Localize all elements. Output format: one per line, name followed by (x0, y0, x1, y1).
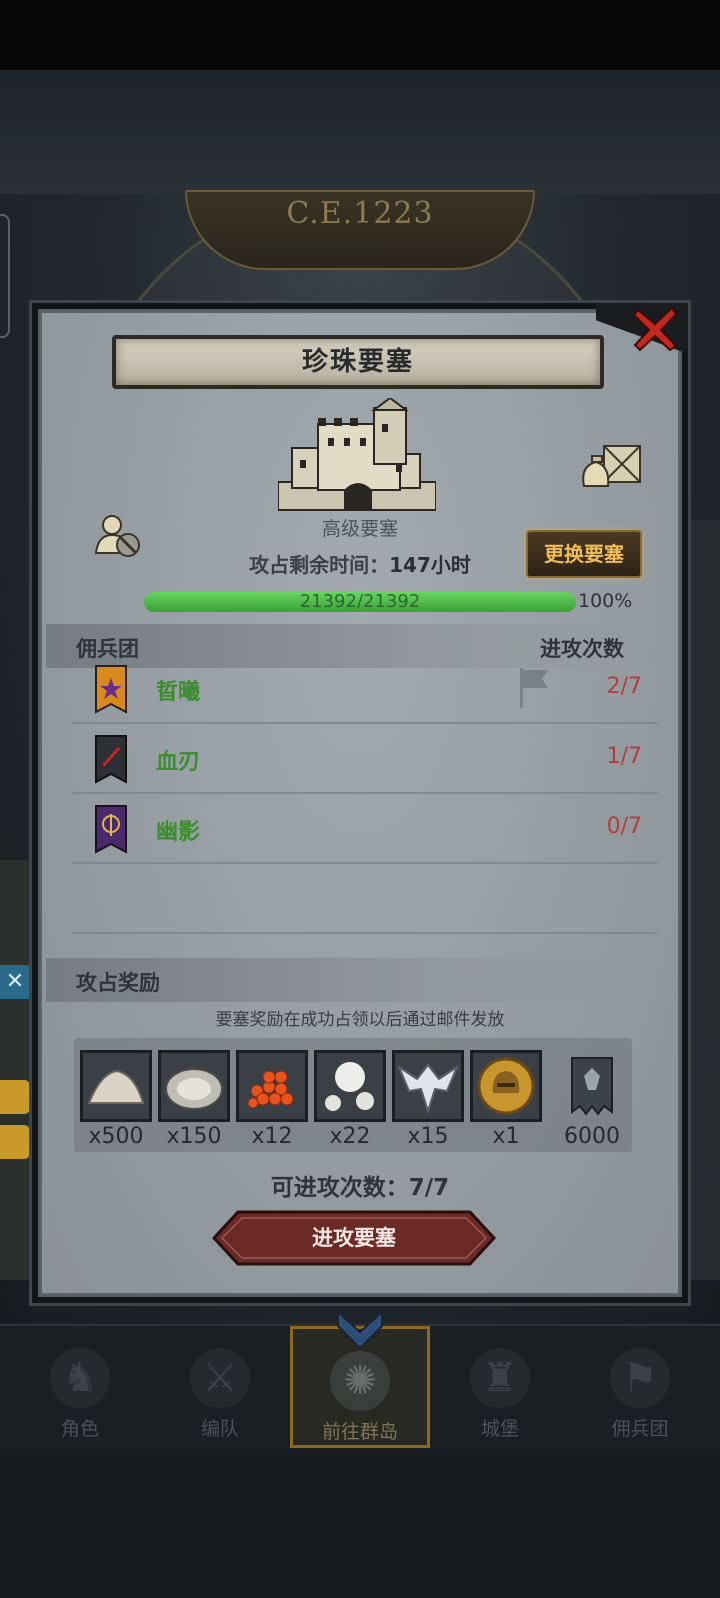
reward-item[interactable]: x1 (470, 1050, 542, 1150)
reward-qty: x22 (329, 1124, 371, 1149)
target-icon[interactable] (0, 1080, 30, 1114)
blood-blade-banner-icon (95, 735, 127, 784)
reward-qty: x15 (407, 1124, 449, 1149)
occupy-time: 攻占剩余时间：147小时 (200, 549, 520, 578)
fortress-level: 高级要塞 (321, 518, 398, 540)
nav-label: 编队 (200, 1418, 239, 1440)
attack-count: 0/7 (606, 814, 642, 839)
bottom-safe-area (0, 1450, 720, 1598)
island-compass-icon: ✺ (330, 1351, 390, 1411)
golden-helmet-medal-icon (470, 1050, 542, 1122)
mercenary-name: 幽影 (156, 820, 201, 845)
user-blocked-icon[interactable] (94, 513, 142, 559)
supplies-icon[interactable] (580, 440, 644, 490)
attack-fortress-button[interactable] (212, 1210, 496, 1266)
nav-label: 城堡 (480, 1418, 519, 1440)
reward-qty: x12 (251, 1124, 293, 1149)
hp-value: 21392/21392 (299, 591, 421, 612)
winged-emblem-icon (392, 1050, 464, 1122)
mercenary-row[interactable]: 晢曦 2/7 (72, 654, 658, 724)
status-bar-area (0, 0, 720, 70)
nav-item-castle[interactable]: ♜ 城堡 (430, 1326, 570, 1450)
mercenary-row[interactable]: 血刃 1/7 (72, 724, 658, 794)
mercenary-name: 血刃 (156, 750, 201, 775)
occupy-time-label: 攻占剩余时间： (249, 553, 390, 577)
attack-remaining: 可进攻次数：7/7 (270, 1175, 450, 1201)
nav-item-formation[interactable]: ⚔ 编队 (150, 1326, 290, 1450)
crossed-swords-icon[interactable]: ✕ (0, 965, 30, 999)
top-header-band (0, 70, 720, 194)
formation-icon: ⚔ (190, 1348, 250, 1408)
shadow-banner-icon (95, 805, 127, 854)
hp-percent: 100% (578, 590, 633, 612)
search-icon[interactable] (0, 1125, 30, 1159)
reward-item[interactable]: x150 (158, 1050, 230, 1150)
reward-qty: x150 (166, 1124, 222, 1149)
reward-item[interactable]: 6000 (556, 1050, 628, 1150)
reward-item[interactable]: x500 (80, 1050, 152, 1150)
title-banner: 珍珠要塞 (112, 335, 604, 389)
reward-section-title: 攻占奖励 (76, 971, 160, 995)
attack-count: 1/7 (606, 744, 642, 769)
reward-qty: x1 (492, 1124, 520, 1149)
fortress-castle-icon (278, 398, 436, 511)
flag-icon (520, 668, 548, 708)
reward-note: 要塞奖励在成功占领以后通过邮件发放 (215, 1010, 505, 1030)
mercenary-icon: ⚑ (610, 1348, 670, 1408)
close-icon[interactable] (630, 304, 680, 354)
reward-item[interactable]: x15 (392, 1050, 464, 1150)
nav-item-character[interactable]: ♞ 角色 (10, 1326, 150, 1450)
era-label: C.E.1223 (286, 196, 434, 231)
nav-label: 前往群岛 (321, 1421, 398, 1443)
salt-pile-icon (80, 1050, 152, 1122)
side-handle[interactable] (0, 214, 10, 338)
fish-roe-icon (236, 1050, 308, 1122)
occupy-time-value: 147小时 (389, 553, 471, 577)
guild-banner-icon (571, 1057, 613, 1116)
attack-count: 2/7 (606, 674, 642, 699)
chevron-down-icon (337, 1310, 383, 1350)
nav-item-mercenary[interactable]: ⚑ 佣兵团 (570, 1326, 710, 1450)
mercenary-row[interactable]: 幽影 0/7 (72, 794, 658, 864)
reward-item[interactable]: x22 (314, 1050, 386, 1150)
mercenary-name: 晢曦 (156, 680, 201, 705)
page-title: 珍珠要塞 (301, 347, 414, 377)
sunrise-banner-icon (95, 665, 127, 714)
reward-item[interactable]: x12 (236, 1050, 308, 1150)
castle-icon: ♜ (470, 1348, 530, 1408)
oyster-icon (158, 1050, 230, 1122)
nav-label: 角色 (60, 1418, 99, 1440)
pearls-icon (314, 1050, 386, 1122)
nav-label: 佣兵团 (611, 1418, 669, 1440)
empty-mercenary-row (72, 864, 658, 934)
change-fortress-button[interactable]: 更换要塞 (526, 530, 642, 578)
reward-qty: x500 (88, 1124, 144, 1149)
reward-qty: 6000 (564, 1124, 620, 1149)
knight-icon: ♞ (50, 1348, 110, 1408)
